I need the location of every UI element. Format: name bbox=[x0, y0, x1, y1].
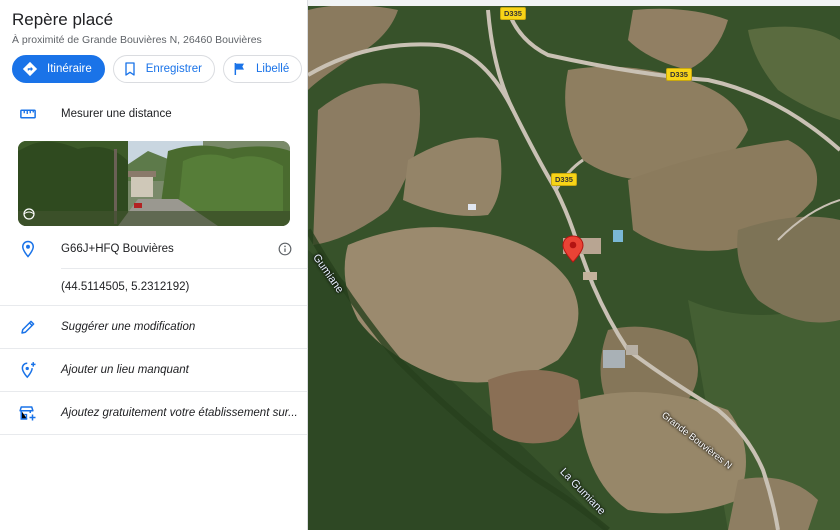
bookmark-icon bbox=[122, 61, 138, 77]
flag-icon bbox=[232, 61, 248, 77]
label-label: Libellé bbox=[256, 63, 290, 75]
directions-label: Itinéraire bbox=[47, 63, 92, 75]
suggest-edit-label: Suggérer une modification bbox=[61, 321, 196, 333]
map-top-edge bbox=[308, 0, 840, 6]
add-missing-place-label: Ajouter un lieu manquant bbox=[61, 364, 189, 376]
ruler-icon bbox=[18, 104, 38, 124]
plus-code-row[interactable]: G66J+HFQ Bouvières bbox=[0, 236, 307, 262]
add-business-icon bbox=[18, 403, 38, 423]
plus-code-label: G66J+HFQ Bouvières bbox=[61, 243, 174, 255]
measure-distance-label: Mesurer une distance bbox=[61, 108, 172, 120]
divider bbox=[0, 391, 307, 392]
add-business-label: Ajoutez gratuitement votre établissement… bbox=[61, 407, 298, 419]
road-shield: D335 bbox=[500, 7, 526, 20]
street-view-photo[interactable] bbox=[18, 141, 290, 226]
road-shield: D335 bbox=[551, 173, 577, 186]
coordinates-row[interactable]: (44.5114505, 5.2312192) bbox=[0, 274, 307, 300]
divider bbox=[61, 268, 307, 269]
add-missing-place-row[interactable]: Ajouter un lieu manquant bbox=[0, 357, 307, 383]
divider bbox=[0, 348, 307, 349]
directions-button[interactable]: Itinéraire bbox=[12, 55, 105, 83]
satellite-imagery bbox=[308, 0, 840, 530]
label-button[interactable]: Libellé bbox=[223, 55, 303, 83]
place-title: Repère placé bbox=[12, 10, 114, 29]
pencil-icon bbox=[18, 317, 38, 337]
add-business-row[interactable]: Ajoutez gratuitement votre établissement… bbox=[0, 400, 307, 426]
satellite-map[interactable]: D335 D335 D335 Grande Bouvières N Gumian… bbox=[308, 0, 840, 530]
action-buttons: Itinéraire Enregistrer Libellé bbox=[12, 55, 307, 83]
place-panel: Repère placé À proximité de Grande Bouvi… bbox=[0, 0, 308, 530]
add-location-icon bbox=[18, 360, 38, 380]
coordinates-label: (44.5114505, 5.2312192) bbox=[61, 281, 190, 293]
save-label: Enregistrer bbox=[145, 63, 202, 75]
suggest-edit-row[interactable]: Suggérer une modification bbox=[0, 314, 307, 340]
measure-distance-row[interactable]: Mesurer une distance bbox=[0, 101, 307, 127]
location-pin-icon bbox=[18, 239, 38, 259]
info-icon[interactable] bbox=[278, 242, 292, 256]
road-shield: D335 bbox=[666, 68, 692, 81]
divider bbox=[0, 434, 307, 435]
save-button[interactable]: Enregistrer bbox=[112, 55, 215, 83]
divider bbox=[0, 305, 307, 306]
place-address: À proximité de Grande Bouvières N, 26460… bbox=[12, 34, 262, 46]
directions-icon bbox=[21, 60, 39, 78]
